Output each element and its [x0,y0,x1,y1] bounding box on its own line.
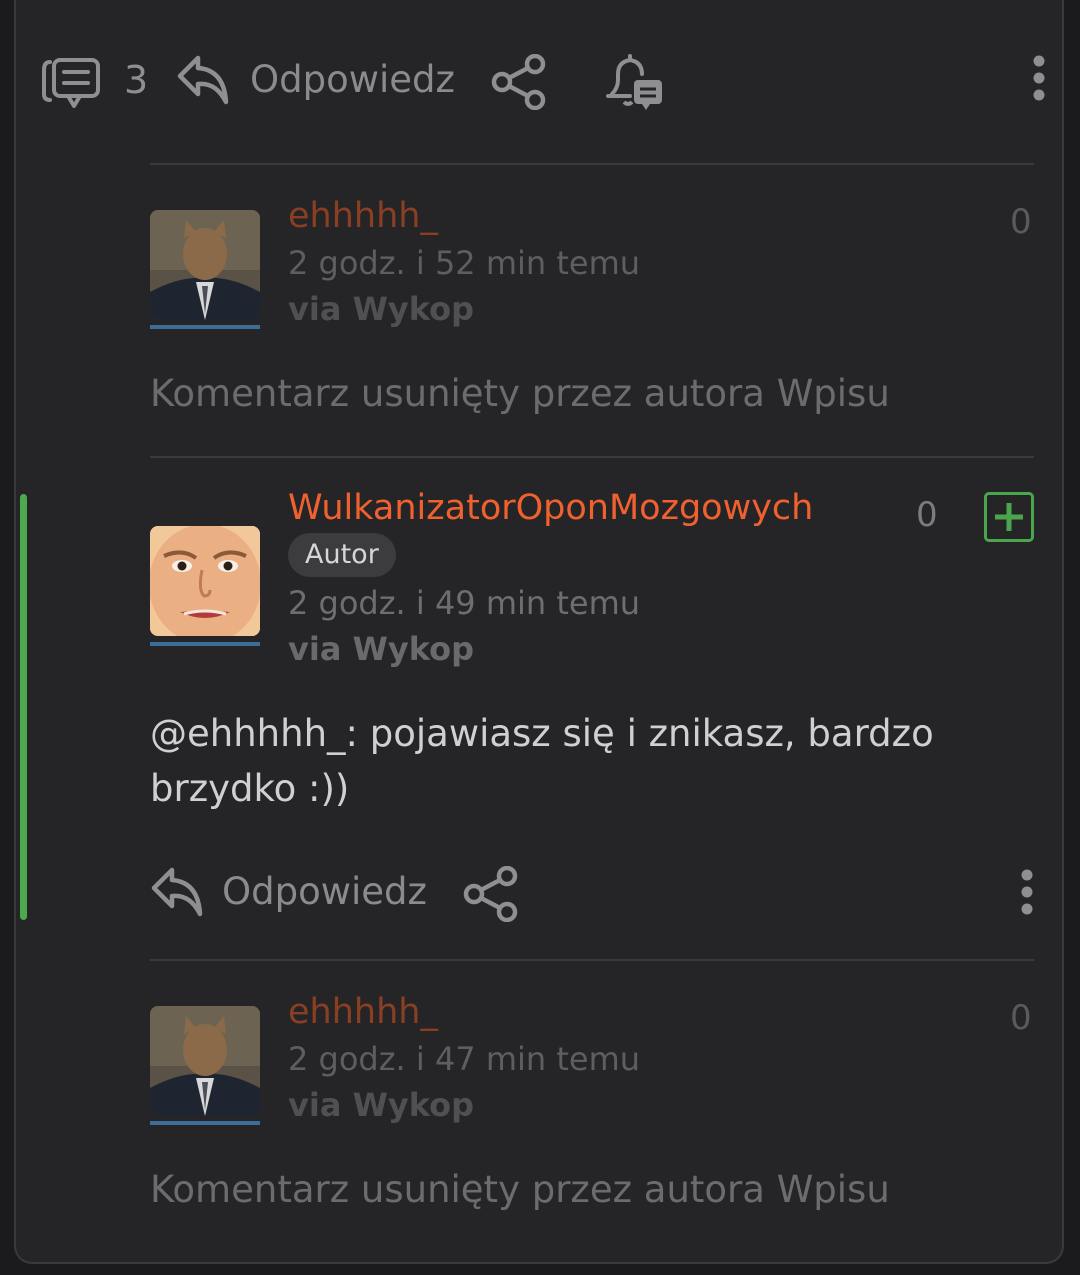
comment-body: @ehhhhh_: pojawiasz się i znikasz, bardz… [150,712,934,810]
upvote-button[interactable] [984,492,1034,542]
comment-username[interactable]: WulkanizatorOponMozgowych [288,488,813,528]
comments-icon[interactable] [40,56,102,110]
comment-via[interactable]: via Wykop [288,630,474,668]
comment-score: 0 [916,495,938,535]
comment-score: 0 [1010,998,1032,1038]
deleted-comment-text: Komentarz usunięty przez autora Wpisu [150,1168,890,1211]
author-badge: Autor [288,533,396,577]
share-icon[interactable] [462,866,520,922]
comment-username[interactable]: ehhhhh_ [288,992,438,1032]
comment-username[interactable]: ehhhhh_ [288,196,438,236]
comment-via[interactable]: via Wykop [288,290,474,328]
reply-icon[interactable] [176,54,232,106]
highlight-bar [20,494,27,920]
reply-icon[interactable] [150,866,206,918]
reply-button[interactable]: Odpowiedz [250,58,455,101]
avatar[interactable] [150,526,260,636]
notification-bell-icon[interactable] [604,54,666,112]
divider [150,456,1034,458]
comment-time[interactable]: 2 godz. i 49 min temu [288,584,640,622]
reply-button[interactable]: Odpowiedz [222,870,427,913]
avatar[interactable] [150,1006,260,1116]
avatar-underline [150,642,260,646]
comment-time[interactable]: 2 godz. i 47 min temu [288,1040,640,1078]
avatar[interactable] [150,210,260,320]
divider [150,959,1034,961]
more-options-icon[interactable] [1016,868,1038,916]
comment-count: 3 [124,58,149,102]
comment-time[interactable]: 2 godz. i 52 min temu [288,244,640,282]
comment-via[interactable]: via Wykop [288,1086,474,1124]
more-options-icon[interactable] [1028,54,1050,102]
divider [150,163,1034,165]
share-icon[interactable] [490,54,548,110]
avatar-underline [150,1121,260,1125]
deleted-comment-text: Komentarz usunięty przez autora Wpisu [150,372,890,415]
avatar-underline [150,325,260,329]
comment-score: 0 [1010,202,1032,242]
plus-icon [995,503,1023,531]
entry-card: 3 Odpowiedz ehhhhh_ 2 godz. i 52 min tem… [14,0,1064,1264]
